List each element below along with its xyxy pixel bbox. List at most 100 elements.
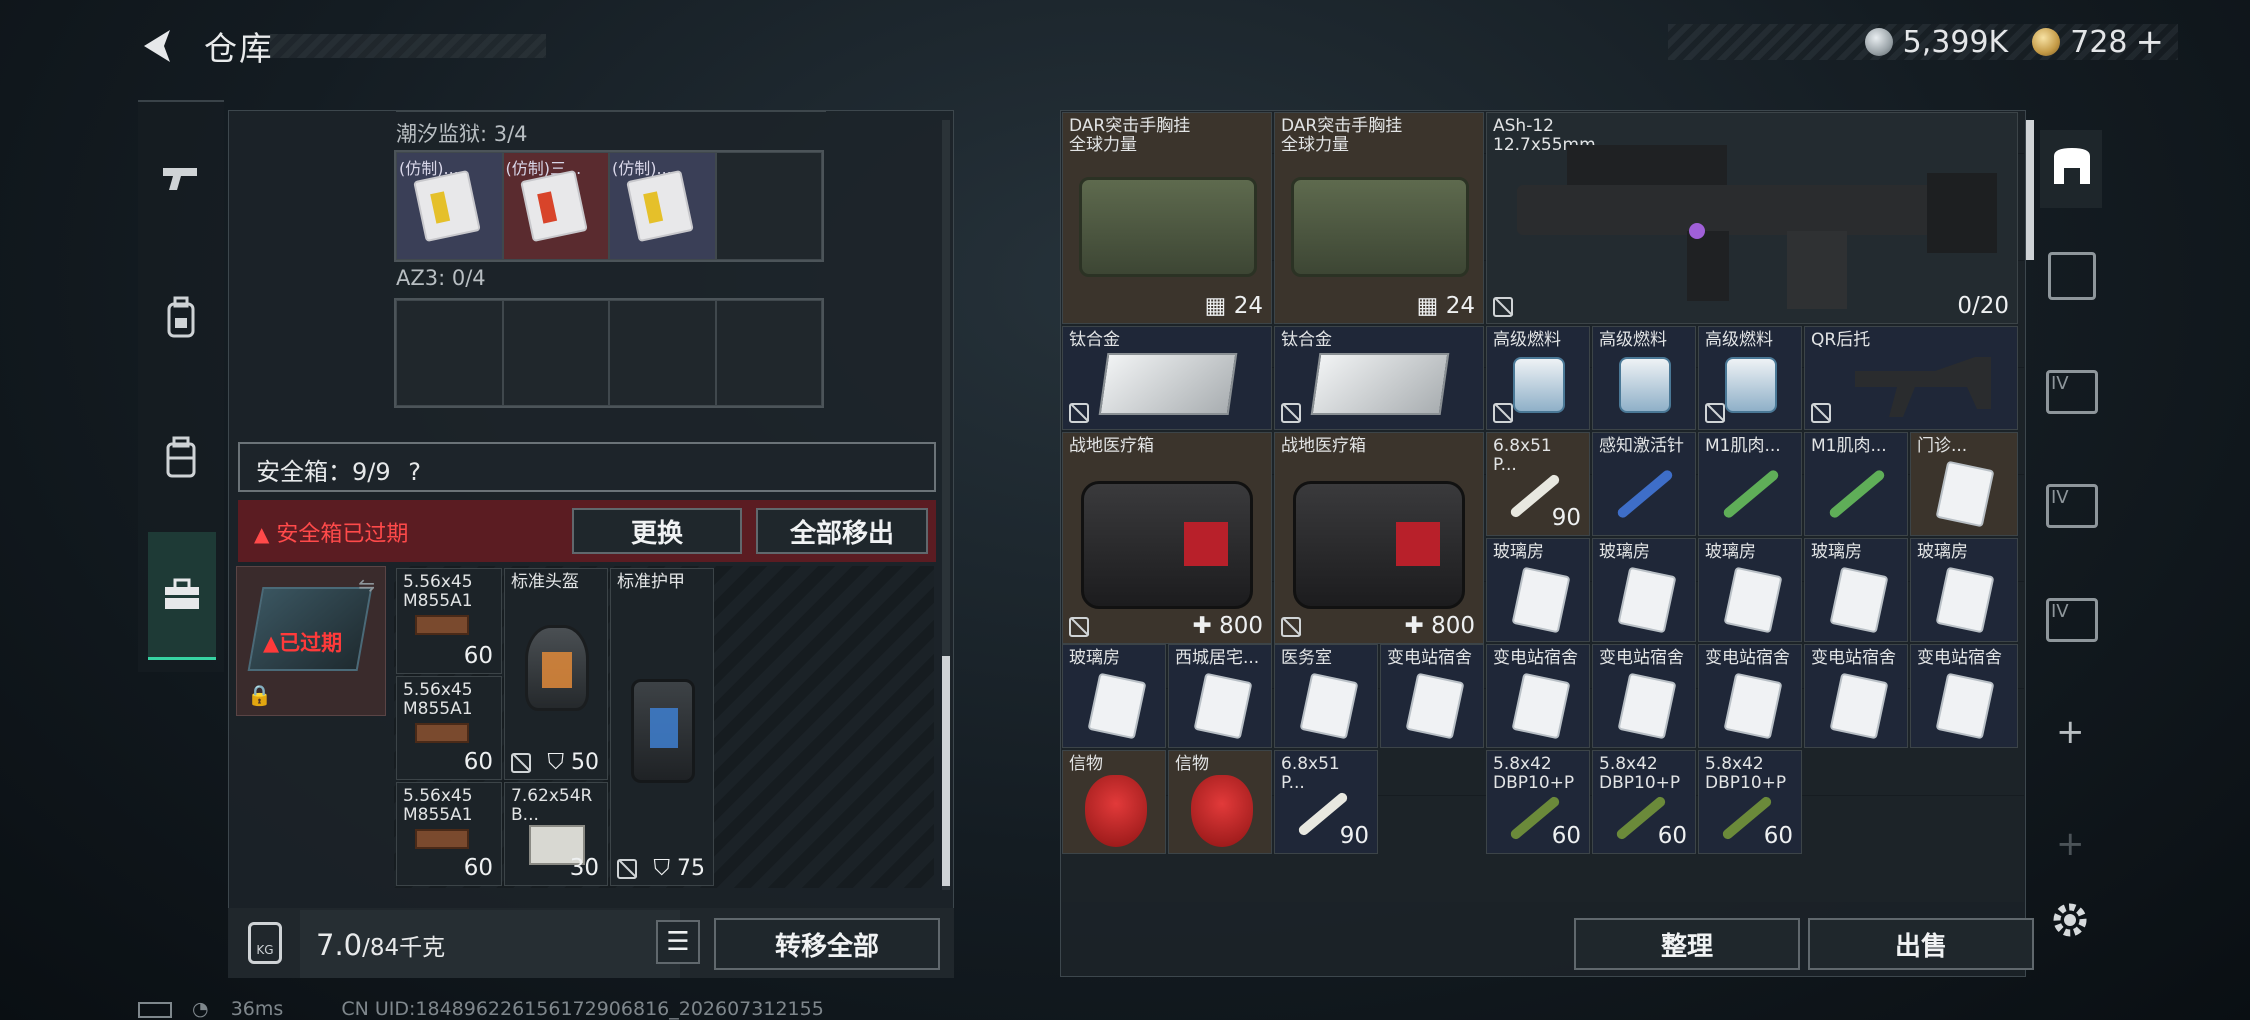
no-insure-icon bbox=[1493, 297, 1513, 317]
item-ammo[interactable]: 5.56x45 M855A1 60 bbox=[396, 782, 502, 886]
silver-amount: 5,399K bbox=[1902, 24, 2009, 60]
fuel-can-icon bbox=[1725, 357, 1777, 413]
lock-icon: 🔒 bbox=[247, 683, 272, 707]
replace-button[interactable]: 更换 bbox=[572, 508, 742, 554]
expired-text: 安全箱已过期 bbox=[276, 522, 409, 547]
item-ammo[interactable]: 7.62x54R B... 30 bbox=[504, 782, 608, 886]
item-rifle[interactable]: ASh-12 12.7x55mm 0/20 bbox=[1486, 112, 2018, 324]
chest-rig-icon bbox=[1291, 177, 1469, 277]
item-keycard[interactable]: 变电站宿舍 bbox=[1486, 644, 1590, 748]
keycard-icon bbox=[1723, 566, 1783, 634]
item-medkit[interactable]: 战地医疗箱 ✚ 800 bbox=[1274, 432, 1484, 644]
item-injector[interactable]: M1肌肉... bbox=[1698, 432, 1802, 536]
item-titanium[interactable]: 钛合金 bbox=[1274, 326, 1484, 430]
item-keycard[interactable]: 变电站宿舍 bbox=[1698, 644, 1802, 748]
item-ammo[interactable]: 5.8x42 DBP10+P 60 bbox=[1698, 750, 1802, 854]
battery-icon bbox=[138, 1001, 172, 1018]
item-keycard[interactable]: 玻璃房 bbox=[1486, 538, 1590, 642]
help-icon[interactable]: ? bbox=[408, 458, 421, 486]
keycard-icon bbox=[1299, 672, 1359, 740]
mask-icon bbox=[1085, 775, 1147, 847]
stash-page-4-icon[interactable]: IV bbox=[2046, 484, 2098, 528]
empty-slot[interactable] bbox=[715, 300, 822, 406]
item-keycard[interactable]: 玻璃房 bbox=[1698, 538, 1802, 642]
item-fuel[interactable]: 高级燃料 bbox=[1592, 326, 1696, 430]
keycard-slot[interactable]: (仿制)... bbox=[609, 152, 716, 260]
item-keycard[interactable]: 门诊... bbox=[1910, 432, 2018, 536]
item-armor[interactable]: 标准护甲 ⛉ 75 bbox=[610, 568, 714, 886]
empty-slot[interactable] bbox=[502, 300, 609, 406]
item-token[interactable]: 信物 bbox=[1062, 750, 1166, 854]
tab-backpack[interactable] bbox=[138, 258, 224, 378]
item-chest-rig[interactable]: DAR突击手胸挂 全球力量 ▦ 24 bbox=[1062, 112, 1272, 324]
keycard-icon bbox=[1723, 672, 1783, 740]
item-hp: ✚ 800 bbox=[1192, 613, 1264, 639]
item-fuel[interactable]: 高级燃料 bbox=[1486, 326, 1590, 430]
tab-safe-case[interactable] bbox=[148, 532, 216, 660]
item-keycard[interactable]: 西城居宅... bbox=[1168, 644, 1272, 748]
item-name: M1肌肉... bbox=[1705, 436, 1781, 456]
item-keycard[interactable]: 变电站宿舍 bbox=[1380, 644, 1484, 748]
item-ammo[interactable]: 6.8x51 P... 90 bbox=[1486, 432, 1590, 536]
item-medkit[interactable]: 战地医疗箱 ✚ 800 bbox=[1062, 432, 1272, 644]
item-count: 60 bbox=[463, 749, 493, 775]
transfer-all-button[interactable]: 转移全部 bbox=[714, 918, 940, 970]
item-ammo[interactable]: 5.56x45 M855A1 60 bbox=[396, 568, 502, 674]
item-titanium[interactable]: 钛合金 bbox=[1062, 326, 1272, 430]
back-arrow-icon[interactable] bbox=[136, 24, 180, 68]
gold-add-button[interactable]: + bbox=[2136, 22, 2165, 62]
stash-page-1[interactable] bbox=[2040, 130, 2102, 208]
item-name: 玻璃房 bbox=[1705, 542, 1756, 562]
swap-icon[interactable]: ⇋ bbox=[358, 573, 375, 597]
item-fuel[interactable]: 高级燃料 bbox=[1698, 326, 1802, 430]
item-ammo[interactable]: 5.8x42 DBP10+P 60 bbox=[1592, 750, 1696, 854]
gear-icon[interactable] bbox=[2050, 900, 2090, 940]
keycard-icon bbox=[1829, 566, 1889, 634]
tab-weapons[interactable] bbox=[138, 118, 224, 238]
list-view-icon[interactable]: ☰ bbox=[656, 920, 700, 964]
item-token[interactable]: 信物 bbox=[1168, 750, 1272, 854]
item-keycard[interactable]: 玻璃房 bbox=[1062, 644, 1166, 748]
home-stash-icon bbox=[2054, 148, 2090, 184]
item-keycard[interactable]: 玻璃房 bbox=[1910, 538, 2018, 642]
item-keycard[interactable]: 变电站宿舍 bbox=[1910, 644, 2018, 748]
item-ammo[interactable]: 5.8x42 DBP10+P 60 bbox=[1486, 750, 1590, 854]
scrollbar-thumb[interactable] bbox=[942, 656, 950, 886]
empty-slot[interactable] bbox=[396, 300, 503, 406]
stash-page-4-icon[interactable]: IV bbox=[2046, 598, 2098, 642]
item-injector[interactable]: M1肌肉... bbox=[1804, 432, 1908, 536]
item-injector[interactable]: 感知激活针 bbox=[1592, 432, 1696, 536]
item-ammo[interactable]: 6.8x51 P... 90 bbox=[1274, 750, 1378, 854]
sort-button[interactable]: 整理 bbox=[1574, 918, 1800, 970]
item-ammo[interactable]: 5.56x45 M855A1 60 bbox=[396, 676, 502, 780]
item-name: 变电站宿舍 bbox=[1493, 648, 1578, 668]
item-name: 变电站宿舍 bbox=[1705, 648, 1790, 668]
item-keycard[interactable]: 变电站宿舍 bbox=[1804, 644, 1908, 748]
item-keycard[interactable]: 医务室 bbox=[1274, 644, 1378, 748]
chest-rig-icon bbox=[1079, 177, 1257, 277]
item-chest-rig[interactable]: DAR突击手胸挂 全球力量 ▦ 24 bbox=[1274, 112, 1484, 324]
empty-slot[interactable] bbox=[609, 300, 716, 406]
keycard-slot[interactable]: (仿制)... bbox=[396, 152, 503, 260]
item-count: 60 bbox=[463, 855, 493, 881]
storage-box-icon[interactable] bbox=[2048, 252, 2096, 300]
item-name: 5.8x42 DBP10+P bbox=[1705, 754, 1787, 793]
sell-button[interactable]: 出售 bbox=[1808, 918, 2034, 970]
item-keycard[interactable]: 玻璃房 bbox=[1804, 538, 1908, 642]
tab-vest[interactable] bbox=[138, 398, 224, 518]
item-name: 5.8x42 DBP10+P bbox=[1599, 754, 1681, 793]
stash-page-4-icon[interactable]: IV bbox=[2046, 370, 2098, 414]
item-keycard[interactable]: 变电站宿舍 bbox=[1592, 644, 1696, 748]
safe-case-slot[interactable]: ▲已过期 ⇋ 🔒 bbox=[236, 566, 386, 716]
item-helmet[interactable]: 标准头盔 ⛉ 50 bbox=[504, 568, 608, 780]
rifle-icon bbox=[1517, 145, 1997, 309]
expired-label: ▲已过期 bbox=[263, 631, 343, 655]
add-page-button[interactable]: + bbox=[2056, 712, 2085, 752]
move-all-out-button[interactable]: 全部移出 bbox=[756, 508, 928, 554]
item-keycard[interactable]: 玻璃房 bbox=[1592, 538, 1696, 642]
item-stock[interactable]: QR后托 bbox=[1804, 326, 2018, 430]
item-count: 60 bbox=[1551, 823, 1581, 849]
keycard-slot[interactable]: (仿制)三... bbox=[502, 152, 609, 260]
empty-slot[interactable] bbox=[715, 152, 822, 260]
item-name: 战地医疗箱 bbox=[1069, 436, 1154, 456]
